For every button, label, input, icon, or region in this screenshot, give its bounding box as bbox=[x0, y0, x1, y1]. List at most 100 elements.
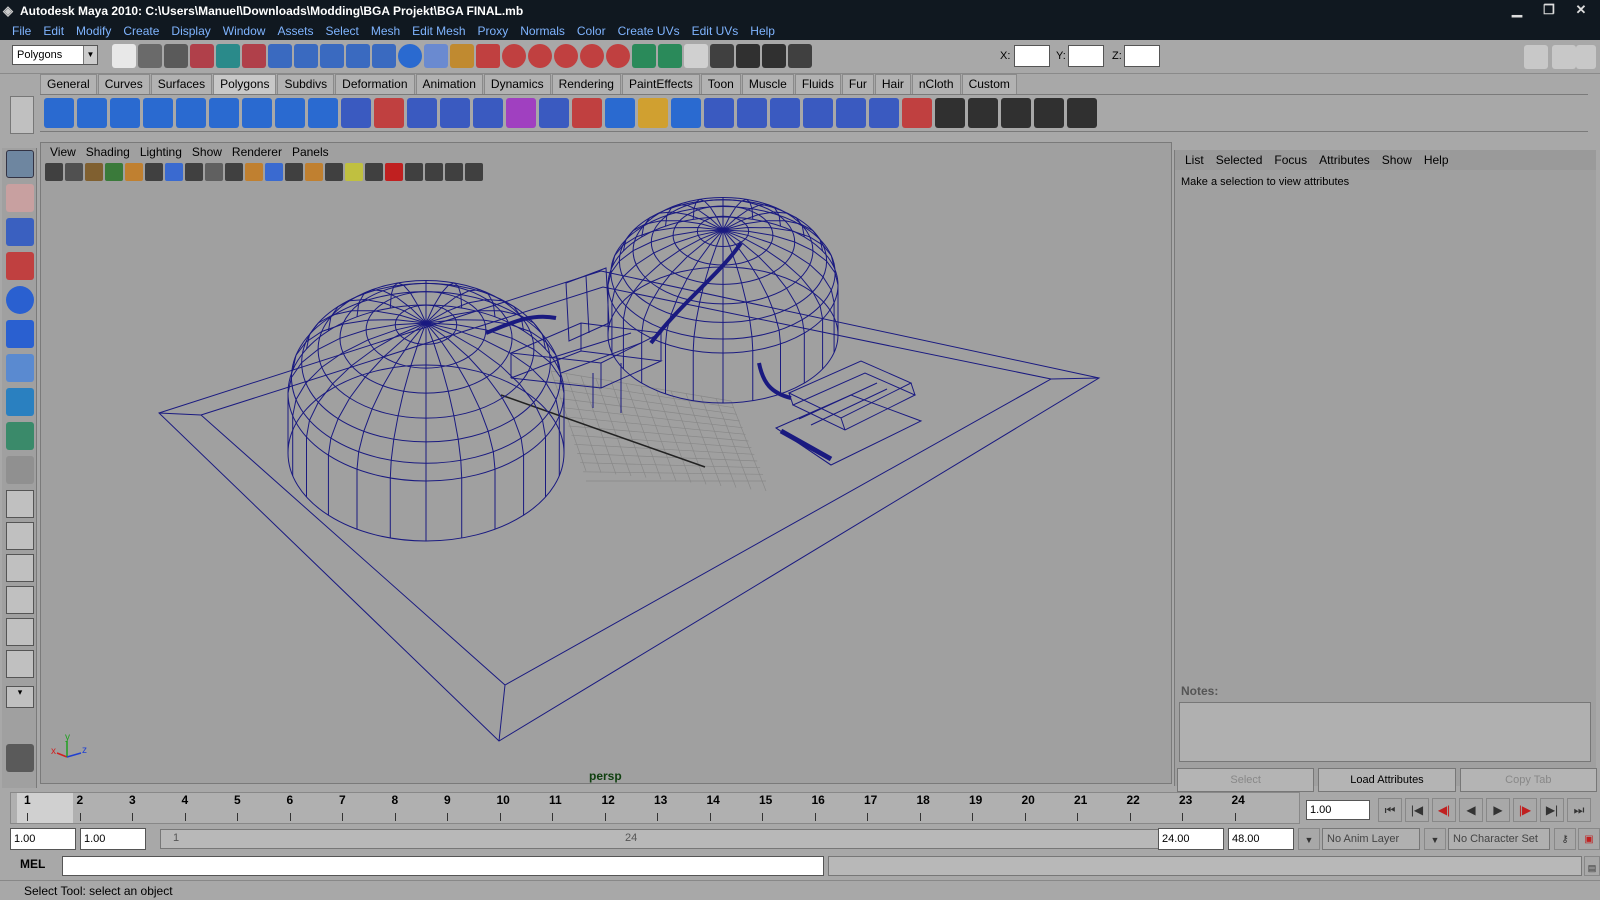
step-back-frame-button[interactable]: ◀| bbox=[1432, 798, 1456, 822]
wedge-icon[interactable] bbox=[869, 98, 899, 128]
menu-assets[interactable]: Assets bbox=[271, 22, 319, 40]
snap-grid-icon[interactable] bbox=[268, 44, 292, 68]
points-icon[interactable] bbox=[305, 163, 323, 181]
soft-modification-icon[interactable] bbox=[6, 388, 34, 416]
select-object-icon[interactable] bbox=[216, 44, 240, 68]
uv-editor-icon[interactable] bbox=[1067, 98, 1097, 128]
select-tool-icon[interactable] bbox=[6, 150, 34, 178]
animation-start-field[interactable]: 1.00 bbox=[10, 828, 76, 850]
command-language-label[interactable]: MEL bbox=[20, 857, 45, 871]
bridge-icon[interactable] bbox=[638, 98, 668, 128]
auto-key-icon[interactable]: ⚷ bbox=[1554, 828, 1576, 850]
poly-cube-icon[interactable] bbox=[77, 98, 107, 128]
shelf-tab-rendering[interactable]: Rendering bbox=[551, 74, 621, 94]
split-icon[interactable] bbox=[704, 98, 734, 128]
magnet-view-icon[interactable] bbox=[580, 44, 604, 68]
shelf-tab-surfaces[interactable]: Surfaces bbox=[150, 74, 213, 94]
universal-manipulator-icon[interactable] bbox=[6, 354, 34, 382]
open-scene-icon[interactable] bbox=[138, 44, 162, 68]
mirror-icon[interactable] bbox=[572, 98, 602, 128]
show-attribute-editor-icon[interactable] bbox=[1524, 45, 1548, 69]
step-forward-key-button[interactable]: ▶| bbox=[1540, 798, 1564, 822]
go-to-end-button[interactable]: ⏭ bbox=[1567, 798, 1591, 822]
shelf-tab-hair[interactable]: Hair bbox=[874, 74, 911, 94]
poly-helix-icon[interactable] bbox=[308, 98, 338, 128]
shelf-tab-painteffects[interactable]: PaintEffects bbox=[621, 74, 700, 94]
chevron-down-icon[interactable]: ▼ bbox=[1424, 828, 1446, 850]
textured-icon[interactable] bbox=[325, 163, 343, 181]
menu-display[interactable]: Display bbox=[165, 22, 216, 40]
persp-graph-layout-icon[interactable] bbox=[6, 586, 34, 614]
z-field[interactable] bbox=[1124, 45, 1160, 67]
character-set-field[interactable]: No Character Set bbox=[1448, 828, 1550, 850]
camera-attributes-icon[interactable] bbox=[65, 163, 83, 181]
shelf-tab-deformation[interactable]: Deformation bbox=[335, 74, 415, 94]
flat-shade-icon[interactable] bbox=[265, 163, 283, 181]
poly-sphere-icon[interactable] bbox=[44, 98, 74, 128]
persp-outliner-layout-icon[interactable] bbox=[6, 554, 34, 582]
paint-select-tool-icon[interactable] bbox=[6, 218, 34, 246]
uv-planar-icon[interactable] bbox=[935, 98, 965, 128]
combine-icon[interactable] bbox=[341, 98, 371, 128]
show-channel-box-icon[interactable] bbox=[1576, 45, 1596, 69]
save-scene-icon[interactable] bbox=[164, 44, 188, 68]
field-chart-icon[interactable] bbox=[165, 163, 183, 181]
vp-menu-lighting[interactable]: Lighting bbox=[135, 143, 187, 161]
magnet-point-icon[interactable] bbox=[554, 44, 578, 68]
minimize-button[interactable]: ▁ bbox=[1504, 2, 1530, 18]
render-current-icon[interactable] bbox=[736, 44, 760, 68]
boolean-difference-icon[interactable] bbox=[506, 98, 536, 128]
film-gate-icon[interactable] bbox=[125, 163, 143, 181]
uv-automatic-icon[interactable] bbox=[1034, 98, 1064, 128]
perspective-viewport[interactable]: View Shading Lighting Show Renderer Pane… bbox=[40, 142, 1172, 784]
lasso-tool-icon[interactable] bbox=[6, 184, 34, 212]
anim-layer-field[interactable]: No Anim Layer bbox=[1322, 828, 1420, 850]
go-to-start-button[interactable]: ⏮ bbox=[1378, 798, 1402, 822]
ae-menu-selected[interactable]: Selected bbox=[1210, 150, 1269, 170]
close-button[interactable]: ✕ bbox=[1568, 2, 1594, 18]
ae-menu-help[interactable]: Help bbox=[1418, 150, 1455, 170]
select-button[interactable]: Select bbox=[1177, 768, 1315, 792]
shelf-menu-button[interactable] bbox=[10, 96, 34, 134]
magnet-surface-icon[interactable] bbox=[528, 44, 552, 68]
four-view-layout-icon[interactable] bbox=[6, 522, 34, 550]
step-back-key-button[interactable]: |◀ bbox=[1405, 798, 1429, 822]
menu-create-uvs[interactable]: Create UVs bbox=[612, 22, 686, 40]
shelf-tab-general[interactable]: General bbox=[40, 74, 97, 94]
poly-prism-icon[interactable] bbox=[242, 98, 272, 128]
safe-action-icon[interactable] bbox=[185, 163, 203, 181]
grid-icon[interactable] bbox=[205, 163, 223, 181]
persp-graph-hypershade-layout-icon[interactable] bbox=[6, 650, 34, 678]
ae-menu-show[interactable]: Show bbox=[1376, 150, 1418, 170]
layout-more-button[interactable]: ▾ bbox=[6, 686, 34, 708]
snap-view-icon[interactable] bbox=[346, 44, 370, 68]
ae-menu-list[interactable]: List bbox=[1179, 150, 1210, 170]
playback-start-field[interactable]: 1.00 bbox=[80, 828, 146, 850]
menu-normals[interactable]: Normals bbox=[514, 22, 571, 40]
poly-cylinder-icon[interactable] bbox=[110, 98, 140, 128]
magnet-live-icon[interactable] bbox=[606, 44, 630, 68]
menu-edit-mesh[interactable]: Edit Mesh bbox=[406, 22, 471, 40]
ipr-render-icon[interactable] bbox=[762, 44, 786, 68]
menu-modify[interactable]: Modify bbox=[70, 22, 117, 40]
vp-menu-panels[interactable]: Panels bbox=[287, 143, 334, 161]
play-forward-button[interactable]: ▶ bbox=[1486, 798, 1510, 822]
boolean-union-icon[interactable] bbox=[473, 98, 503, 128]
poly-pipe-icon[interactable] bbox=[275, 98, 305, 128]
select-by-type-icon[interactable] bbox=[476, 44, 500, 68]
separate-icon[interactable] bbox=[374, 98, 404, 128]
new-scene-icon[interactable] bbox=[112, 44, 136, 68]
menu-proxy[interactable]: Proxy bbox=[472, 22, 515, 40]
show-manipulator-icon[interactable] bbox=[6, 422, 34, 450]
render-view-icon[interactable] bbox=[710, 44, 734, 68]
sculpt-icon[interactable] bbox=[902, 98, 932, 128]
uv-spherical-icon[interactable] bbox=[1001, 98, 1031, 128]
shelf-tab-dynamics[interactable]: Dynamics bbox=[483, 74, 551, 94]
vp-menu-renderer[interactable]: Renderer bbox=[227, 143, 287, 161]
poly-cone-icon[interactable] bbox=[143, 98, 173, 128]
last-tool-icon[interactable] bbox=[6, 456, 34, 484]
notes-field[interactable] bbox=[1179, 702, 1591, 762]
rotate-tool-icon[interactable] bbox=[6, 286, 34, 314]
x-field[interactable] bbox=[1014, 45, 1050, 67]
extrude-icon[interactable] bbox=[605, 98, 635, 128]
